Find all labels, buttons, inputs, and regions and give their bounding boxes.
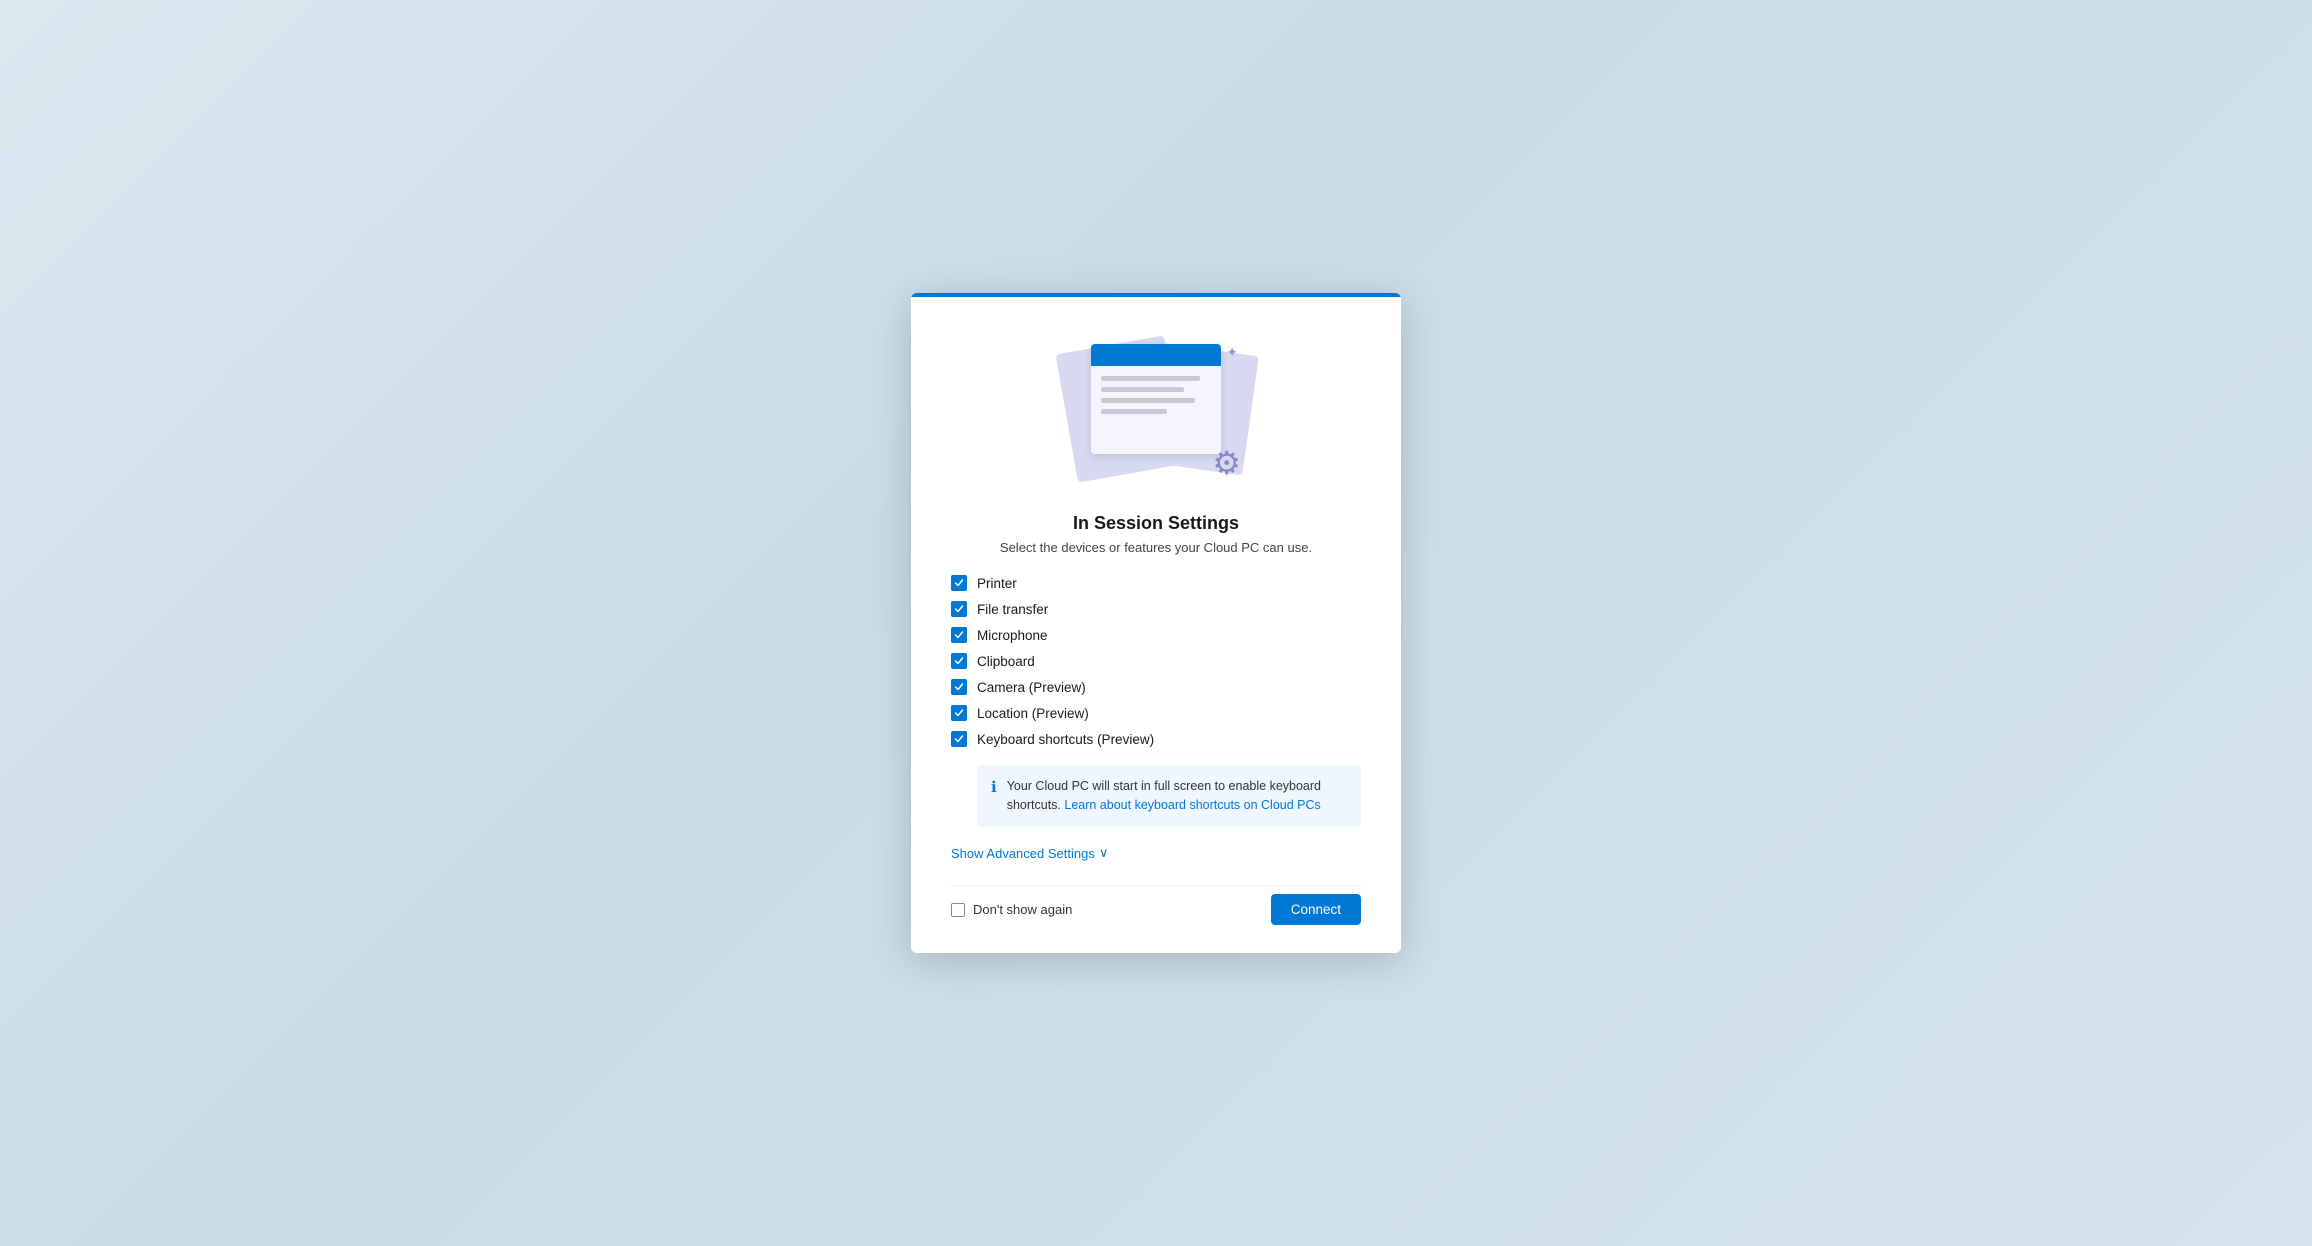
sparkle-icon: ✦ bbox=[1226, 344, 1238, 361]
illus-line-2 bbox=[1101, 387, 1184, 392]
info-text: Your Cloud PC will start in full screen … bbox=[1007, 777, 1347, 815]
in-session-settings-dialog: ⚙ ✦ In Session Settings Select the devic… bbox=[911, 293, 1401, 953]
checkbox-label-camera: Camera (Preview) bbox=[977, 680, 1086, 695]
chevron-down-icon: ∨ bbox=[1099, 845, 1109, 861]
checkbox-item-microphone[interactable]: Microphone bbox=[951, 627, 1361, 643]
checkbox-keyboard-shortcuts[interactable] bbox=[951, 731, 967, 747]
checkbox-label-location: Location (Preview) bbox=[977, 706, 1089, 721]
show-advanced-settings-button[interactable]: Show Advanced Settings ∨ bbox=[951, 845, 1108, 861]
checkbox-clipboard[interactable] bbox=[951, 653, 967, 669]
checkbox-item-location[interactable]: Location (Preview) bbox=[951, 705, 1361, 721]
illus-line-3 bbox=[1101, 398, 1195, 403]
info-link[interactable]: Learn about keyboard shortcuts on Cloud … bbox=[1064, 798, 1320, 812]
checkbox-location[interactable] bbox=[951, 705, 967, 721]
dialog-content: ⚙ ✦ In Session Settings Select the devic… bbox=[911, 297, 1401, 953]
checkbox-label-printer: Printer bbox=[977, 576, 1017, 591]
info-icon: ℹ bbox=[991, 778, 997, 796]
checkbox-item-file-transfer[interactable]: File transfer bbox=[951, 601, 1361, 617]
illus-window-titlebar bbox=[1091, 344, 1221, 366]
dont-show-again-label: Don't show again bbox=[973, 902, 1072, 917]
checkbox-item-keyboard-shortcuts[interactable]: Keyboard shortcuts (Preview) bbox=[951, 731, 1361, 747]
checkbox-label-clipboard: Clipboard bbox=[977, 654, 1035, 669]
gear-icon: ⚙ bbox=[1212, 447, 1241, 479]
checkbox-item-clipboard[interactable]: Clipboard bbox=[951, 653, 1361, 669]
show-advanced-label: Show Advanced Settings bbox=[951, 846, 1095, 861]
connect-button[interactable]: Connect bbox=[1271, 894, 1361, 925]
dialog-footer: Don't show again Connect bbox=[951, 885, 1361, 925]
checkbox-microphone[interactable] bbox=[951, 627, 967, 643]
illus-window-lines bbox=[1091, 366, 1221, 424]
checkbox-file-transfer[interactable] bbox=[951, 601, 967, 617]
dont-show-again-checkbox[interactable] bbox=[951, 903, 965, 917]
checkbox-label-file-transfer: File transfer bbox=[977, 602, 1048, 617]
checkbox-label-microphone: Microphone bbox=[977, 628, 1048, 643]
illus-window bbox=[1091, 344, 1221, 454]
checkbox-item-camera[interactable]: Camera (Preview) bbox=[951, 679, 1361, 695]
checkbox-item-printer[interactable]: Printer bbox=[951, 575, 1361, 591]
checkbox-camera[interactable] bbox=[951, 679, 967, 695]
keyboard-shortcuts-info-box: ℹ Your Cloud PC will start in full scree… bbox=[977, 765, 1361, 827]
illus-line-4 bbox=[1101, 409, 1167, 414]
checkbox-list: Printer File transfer Microphone Clipboa… bbox=[951, 575, 1361, 747]
checkbox-label-keyboard-shortcuts: Keyboard shortcuts (Preview) bbox=[977, 732, 1154, 747]
dialog-subtitle: Select the devices or features your Clou… bbox=[951, 540, 1361, 555]
dialog-title: In Session Settings bbox=[951, 513, 1361, 534]
checkbox-printer[interactable] bbox=[951, 575, 967, 591]
dont-show-again-area: Don't show again bbox=[951, 902, 1072, 917]
illus-line-1 bbox=[1101, 376, 1200, 381]
illustration-area: ⚙ ✦ bbox=[951, 329, 1361, 489]
illustration-wrapper: ⚙ ✦ bbox=[1056, 334, 1256, 484]
